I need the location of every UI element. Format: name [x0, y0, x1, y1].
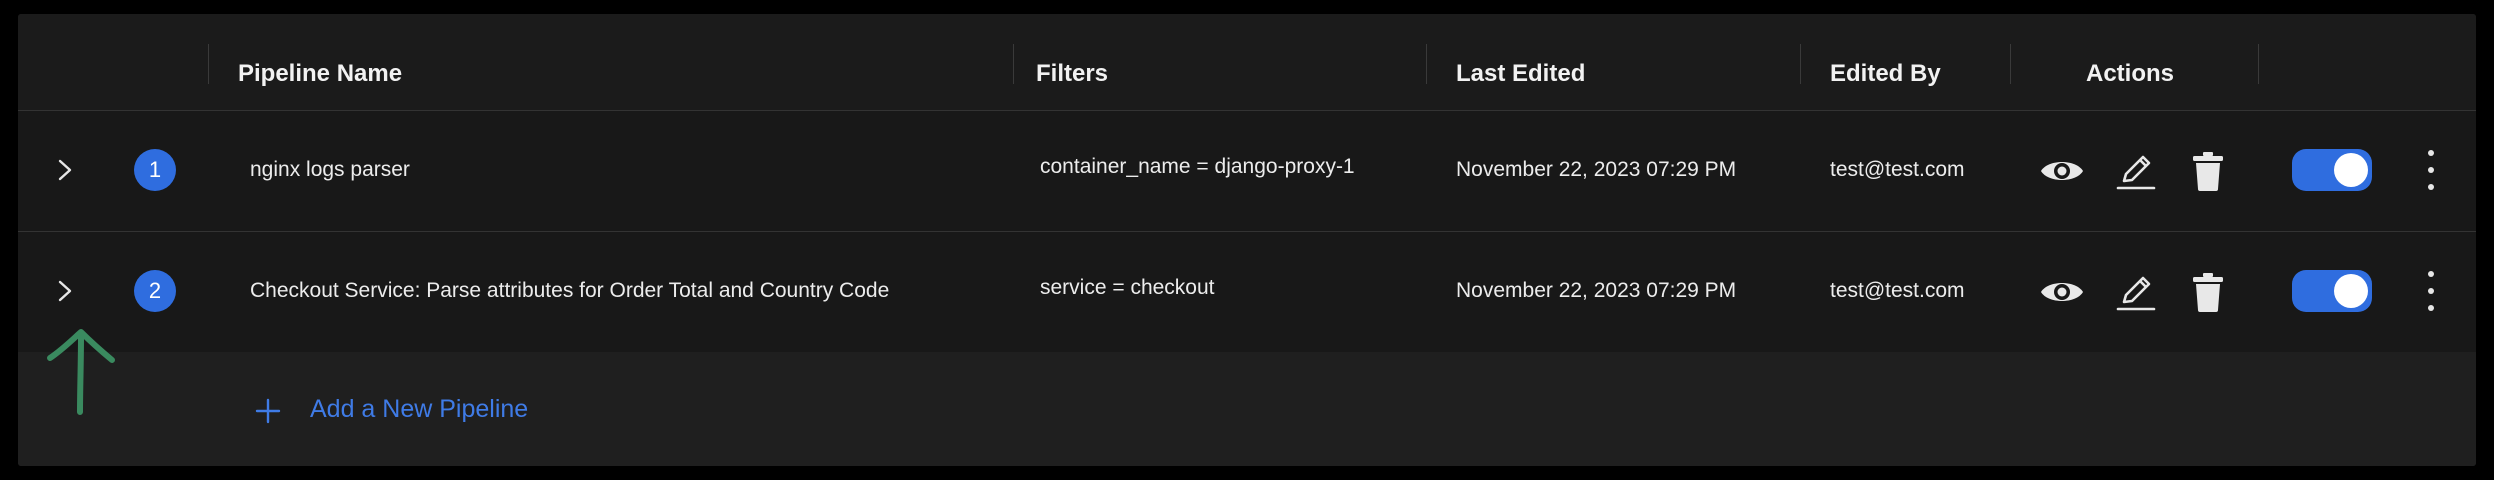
- table-row: 2 Checkout Service: Parse attributes for…: [18, 232, 2476, 352]
- header-pipeline-name: Pipeline Name: [238, 60, 403, 87]
- pipeline-name: nginx logs parser: [250, 158, 410, 181]
- pipeline-index-badge: 1: [134, 149, 176, 191]
- arrow-up-icon: [47, 329, 115, 415]
- chevron-right-icon[interactable]: [52, 155, 78, 185]
- header-last-edited: Last Edited: [1456, 60, 1586, 87]
- trash-icon[interactable]: [2184, 268, 2232, 316]
- kebab-icon[interactable]: [2416, 268, 2446, 314]
- toggle-knob: [2334, 274, 2368, 308]
- edited-by: test@test.com: [1830, 158, 1965, 181]
- pencil-icon[interactable]: [2112, 147, 2160, 195]
- header-edited-by: Edited By: [1830, 60, 1941, 87]
- pipeline-index-badge: 2: [134, 270, 176, 312]
- pipelines-table: Pipeline Name Filters Last Edited Edited…: [18, 14, 2476, 466]
- column-divider: [1013, 44, 1014, 84]
- enable-toggle[interactable]: [2292, 270, 2372, 312]
- pipeline-filter: container_name = django-proxy-1: [1040, 155, 1355, 178]
- column-divider: [1426, 44, 1427, 84]
- table-row: 1 nginx logs parser container_name = dja…: [18, 111, 2476, 232]
- chevron-right-icon[interactable]: [52, 276, 78, 306]
- eye-icon[interactable]: [2038, 147, 2086, 195]
- enable-toggle[interactable]: [2292, 149, 2372, 191]
- plus-icon: [255, 398, 281, 424]
- column-divider: [208, 44, 209, 84]
- table-header: Pipeline Name Filters Last Edited Edited…: [18, 14, 2476, 111]
- kebab-icon[interactable]: [2416, 147, 2446, 193]
- add-pipeline-label: Add a New Pipeline: [310, 395, 529, 423]
- last-edited: November 22, 2023 07:29 PM: [1456, 279, 1737, 302]
- pencil-icon[interactable]: [2112, 268, 2160, 316]
- edited-by: test@test.com: [1830, 279, 1965, 302]
- add-pipeline-row: Add a New Pipeline: [18, 353, 2476, 466]
- column-divider: [2258, 44, 2259, 84]
- eye-icon[interactable]: [2038, 268, 2086, 316]
- header-actions: Actions: [2086, 60, 2175, 87]
- last-edited: November 22, 2023 07:29 PM: [1456, 158, 1737, 181]
- header-filters: Filters: [1036, 60, 1109, 87]
- column-divider: [1800, 44, 1801, 84]
- column-divider: [2010, 44, 2011, 84]
- toggle-knob: [2334, 153, 2368, 187]
- pipeline-filter: service = checkout: [1040, 276, 1215, 299]
- pipeline-name: Checkout Service: Parse attributes for O…: [250, 279, 890, 302]
- trash-icon[interactable]: [2184, 147, 2232, 195]
